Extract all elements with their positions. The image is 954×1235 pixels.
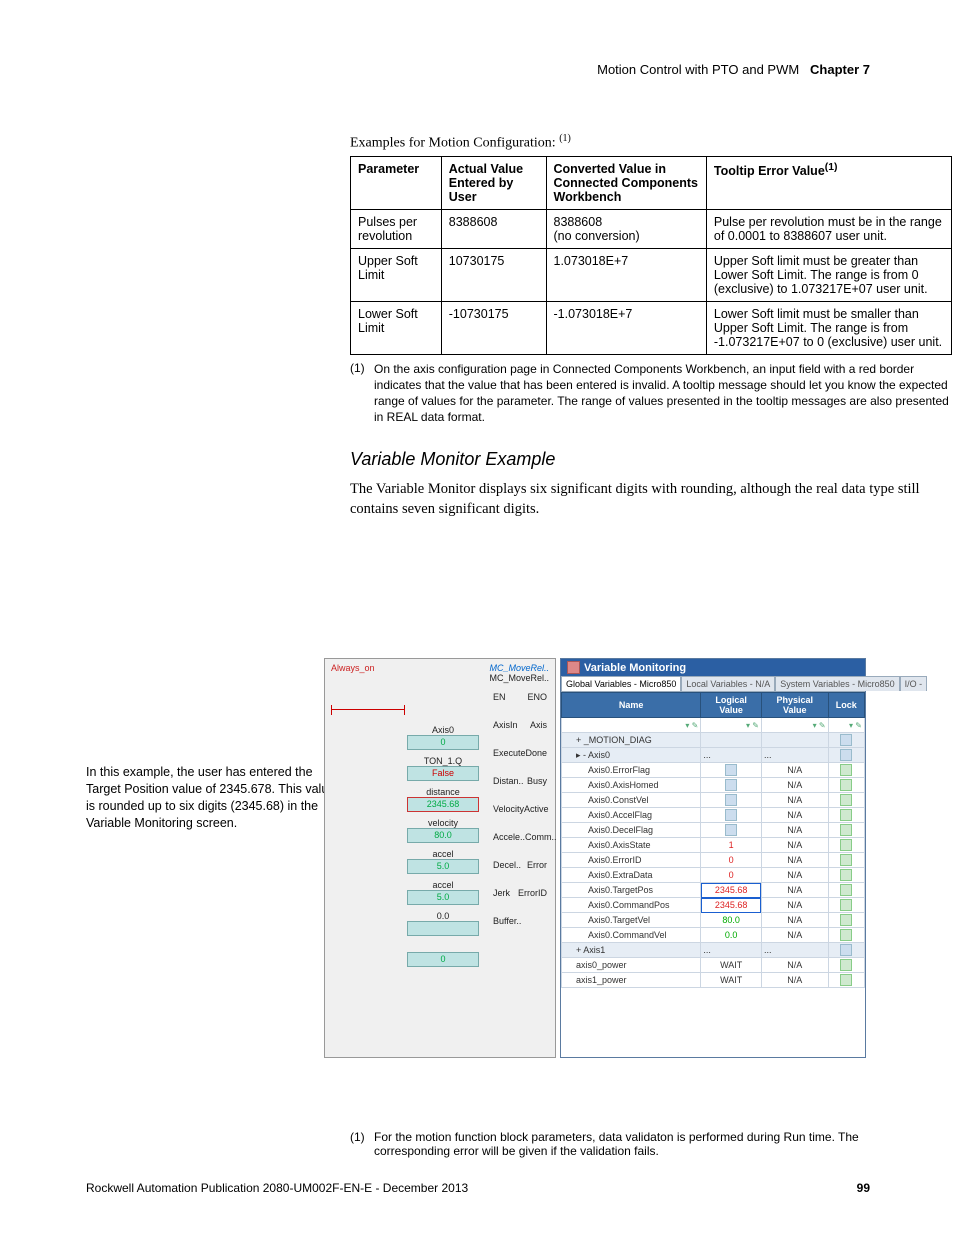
tab-global-vars[interactable]: Global Variables - Micro850 [561,676,681,691]
fb-input-label: 0.0 [407,911,479,921]
footnote-text: For the motion function block parameters… [374,1130,868,1158]
page-header: Motion Control with PTO and PWM Chapter … [86,62,870,77]
var-row[interactable]: Axis0.CommandVel0.0N/A [562,928,865,943]
header-topic: Motion Control with PTO and PWM [597,62,799,77]
window-title: Variable Monitoring [584,662,686,674]
window-title-bar: Variable Monitoring [561,659,865,676]
tab-bar[interactable]: Global Variables - Micro850 Local Variab… [561,676,865,692]
page-footer: Rockwell Automation Publication 2080-UM0… [86,1181,870,1195]
var-row[interactable]: Axis0.AxisHomedN/A [562,778,865,793]
section-subhead: Variable Monitor Example [350,449,870,470]
footnote-mark: (1) [350,1130,374,1158]
tab-system-vars[interactable]: System Variables - Micro850 [775,676,899,691]
col-lock[interactable]: Lock [828,693,864,718]
fb-input-label: Axis0 [407,725,479,735]
footnote-mark: (1) [350,361,374,426]
caption-text: Examples for Motion Configuration: [350,136,556,151]
var-row[interactable]: axis1_powerWAITN/A [562,973,865,988]
var-row[interactable]: Axis0.AxisState1N/A [562,838,865,853]
fb-pin-row: Decel..Error [491,851,549,879]
var-row[interactable]: Axis0.ConstVelN/A [562,793,865,808]
screenshot-composite: Always_on MC_MoveRel.. MC_MoveRel.. Axis… [324,658,868,1058]
var-row[interactable]: Axis0.DecelFlagN/A [562,823,865,838]
fb-pin-row: Distan..Busy [491,767,549,795]
fb-input-label: accel [407,880,479,890]
group-row-axis0[interactable]: ▸ - Axis0...... [562,748,865,763]
fb-input-label: TON_1.Q [407,756,479,766]
window-icon [567,661,580,674]
group-row-motion[interactable]: + _MOTION_DIAG [562,733,865,748]
var-row[interactable]: Axis0.TargetPos2345.68N/A [562,883,865,898]
th-actual: Actual Value Entered by User [441,156,546,209]
table-row: Upper Soft Limit 10730175 1.073018E+7 Up… [351,248,952,301]
publication-info: Rockwell Automation Publication 2080-UM0… [86,1181,468,1195]
table-row: Pulses per revolution 8388608 8388608 (n… [351,209,952,248]
fb-input-label: velocity [407,818,479,828]
footnote-2: (1) For the motion function block parame… [350,1130,868,1158]
variable-monitor-window: Variable Monitoring Global Variables - M… [560,658,866,1058]
function-block-editor: Always_on MC_MoveRel.. MC_MoveRel.. Axis… [324,658,556,1058]
fb-input-value[interactable]: False [407,766,479,781]
col-name[interactable]: Name [562,693,701,718]
fb-pin-row: Buffer.. [491,907,549,935]
fb-pin-row: AxisInAxis [491,711,549,739]
fb-input-value[interactable]: 5.0 [407,890,479,905]
var-row[interactable]: Axis0.TargetVel80.0N/A [562,913,865,928]
margin-note: In this example, the user has entered th… [86,764,338,832]
var-row[interactable]: axis0_powerWAITN/A [562,958,865,973]
filter-row[interactable]: ▾ ✎▾ ✎▾ ✎▾ ✎ [562,718,865,733]
fb-input-value[interactable]: 0 [407,735,479,750]
fb-input-value[interactable]: 80.0 [407,828,479,843]
table-row: Lower Soft Limit -10730175 -1.073018E+7 … [351,301,952,354]
fb-pins: ENENOAxisInAxisExecuteDoneDistan..BusyVe… [491,683,549,935]
fb-instance-name: MC_MoveRel.. MC_MoveRel.. [469,663,549,683]
fb-input-label: accel [407,849,479,859]
fb-input-value[interactable]: 0 [407,952,479,967]
footnote-text: On the axis configuration page in Connec… [374,361,952,426]
th-parameter: Parameter [351,156,442,209]
fb-input-value[interactable]: 5.0 [407,859,479,874]
table-caption: Examples for Motion Configuration: (1) [350,133,870,152]
var-row[interactable]: Axis0.ErrorID0N/A [562,853,865,868]
footnote-1: (1) On the axis configuration page in Co… [350,361,952,426]
fb-pin-row: Accele..Comm.. [491,823,549,851]
th-converted: Converted Value in Connected Components … [546,156,706,209]
fb-pin-row: JerkErrorID [491,879,549,907]
th-tooltip: Tooltip Error Value(1) [706,156,951,209]
fb-inputs: Axis00TON_1.QFalsedistance2345.68velocit… [407,719,479,967]
rung-line [331,709,405,710]
variable-table[interactable]: Name Logical Value Physical Value Lock ▾… [561,692,865,988]
fb-pin-row: VelocityActive [491,795,549,823]
var-row[interactable]: Axis0.ErrorFlagN/A [562,763,865,778]
group-row-axis1[interactable]: + Axis1...... [562,943,865,958]
fb-input-value[interactable] [407,921,479,936]
config-examples-table: Parameter Actual Value Entered by User C… [350,156,952,355]
col-logical[interactable]: Logical Value [701,693,762,718]
page-number: 99 [857,1181,870,1195]
fb-pin-row: ENENO [491,683,549,711]
caption-sup: (1) [559,133,571,144]
fb-input-value[interactable]: 2345.68 [407,797,479,812]
header-chapter: Chapter 7 [810,62,870,77]
var-row[interactable]: Axis0.ExtraData0N/A [562,868,865,883]
var-row[interactable]: Axis0.CommandPos2345.68N/A [562,898,865,913]
col-physical[interactable]: Physical Value [761,693,828,718]
body-paragraph: The Variable Monitor displays six signif… [350,480,952,519]
tab-local-vars[interactable]: Local Variables - N/A [681,676,775,691]
var-row[interactable]: Axis0.AccelFlagN/A [562,808,865,823]
tab-io[interactable]: I/O - [900,676,928,691]
fb-input-label: distance [407,787,479,797]
fb-pin-row: ExecuteDone [491,739,549,767]
